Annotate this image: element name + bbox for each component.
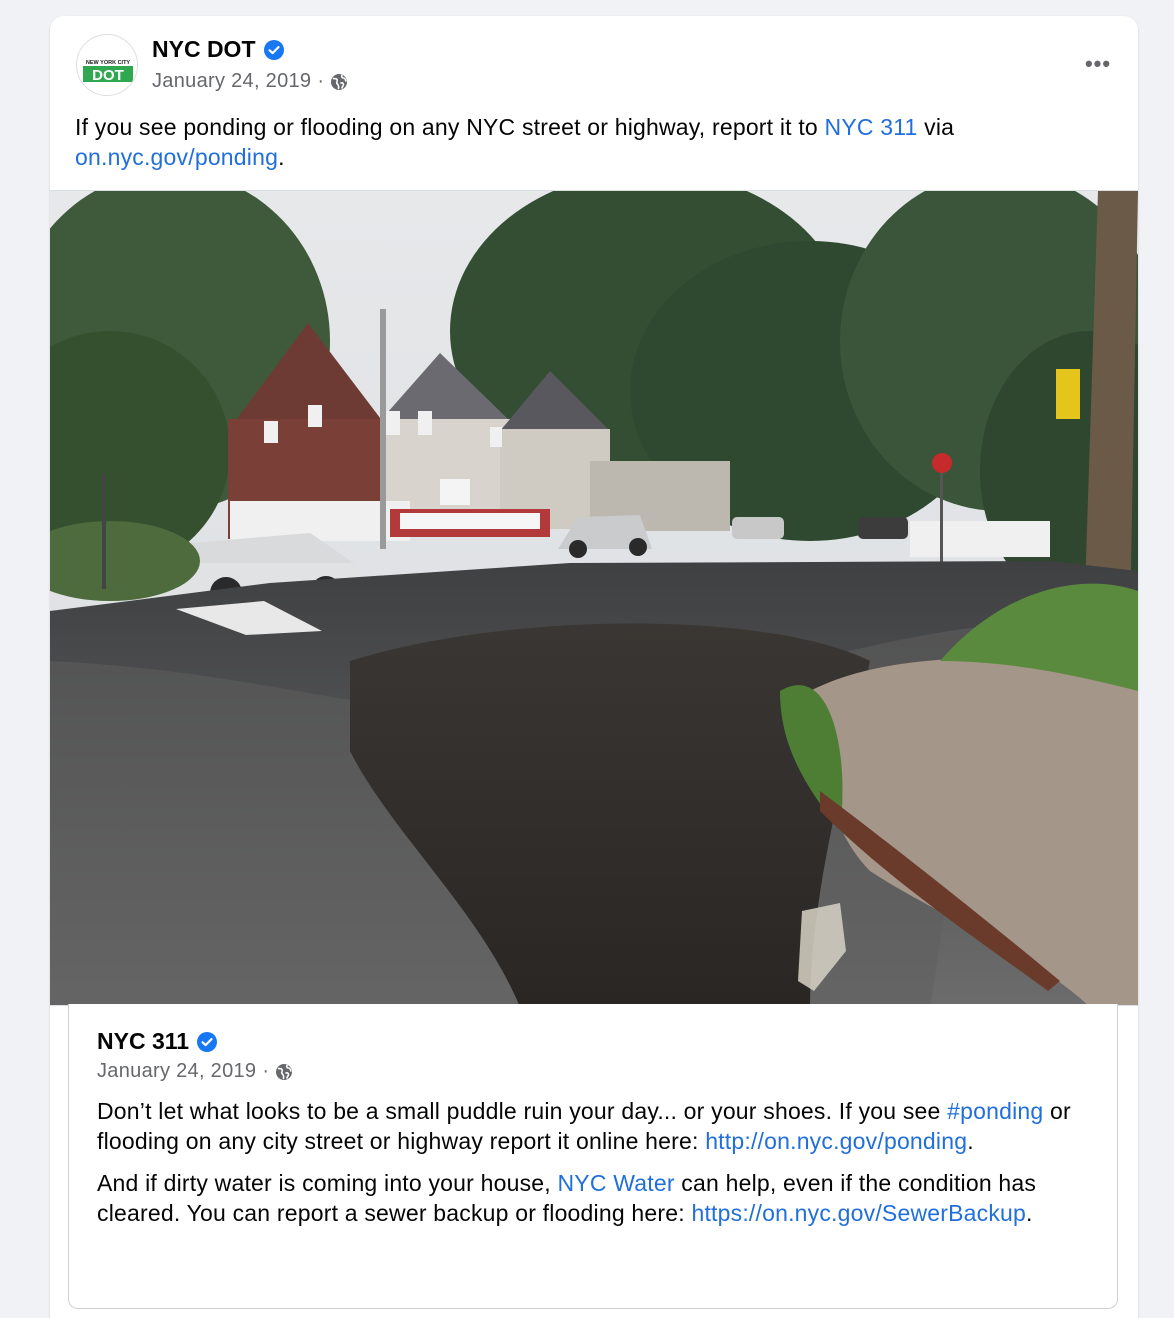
logo-text-top: NEW YORK CITY — [86, 60, 131, 66]
sewer-backup-url-link[interactable]: https://on.nyc.gov/SewerBackup — [691, 1200, 1026, 1226]
post-card: NEW YORK CITY DOT NYC DOT January 24, 20… — [50, 16, 1138, 1318]
nyc-311-mention-link[interactable]: NYC 311 — [825, 114, 918, 140]
shared-globe-icon — [276, 1063, 293, 1080]
post-date[interactable]: January 24, 2019 — [152, 70, 311, 93]
post-header: NEW YORK CITY DOT NYC DOT January 24, 20… — [50, 16, 1138, 116]
shared-paragraph-1: Don’t let what looks to be a small puddl… — [97, 1096, 1097, 1156]
shared-post-text: Don’t let what looks to be a small puddl… — [97, 1096, 1097, 1240]
shared-p1-part3: . — [967, 1128, 974, 1154]
more-options-button[interactable]: ••• — [1078, 46, 1118, 82]
shared-page-name-label[interactable]: NYC 311 — [97, 1028, 189, 1055]
meta-separator: · — [317, 70, 325, 92]
page-name-label[interactable]: NYC DOT — [152, 36, 256, 63]
post-photo[interactable] — [50, 190, 1138, 1006]
verified-badge-icon — [263, 39, 284, 60]
shared-post-date[interactable]: January 24, 2019 — [97, 1060, 256, 1083]
ponding-url-link[interactable]: http://on.nyc.gov/ponding — [705, 1128, 967, 1154]
shared-post-meta: January 24, 2019 · — [97, 1060, 293, 1083]
shared-paragraph-2: And if dirty water is coming into your h… — [97, 1168, 1097, 1228]
ponding-link[interactable]: on.nyc.gov/ponding — [75, 144, 278, 170]
shared-verified-badge-icon — [197, 1031, 218, 1052]
shared-p2-part3: . — [1026, 1200, 1033, 1226]
post-text-part2: via — [917, 114, 955, 140]
globe-icon — [331, 73, 348, 90]
page-name[interactable]: NYC DOT — [152, 36, 284, 63]
post-text-part1: If you see ponding or flooding on any NY… — [75, 114, 825, 140]
post-meta: January 24, 2019 · — [152, 70, 348, 93]
shared-page-name[interactable]: NYC 311 — [97, 1028, 218, 1055]
shared-p2-part1: And if dirty water is coming into your h… — [97, 1170, 558, 1196]
post-text-part3: . — [278, 144, 285, 170]
shared-post-card[interactable]: NYC 311 January 24, 2019 · Don’t let wha… — [68, 1004, 1118, 1309]
nyc-dot-logo-icon: NEW YORK CITY DOT — [77, 35, 137, 95]
page-avatar[interactable]: NEW YORK CITY DOT — [76, 34, 138, 96]
ponding-hashtag-link[interactable]: #ponding — [947, 1098, 1043, 1124]
shared-meta-separator: · — [262, 1060, 270, 1082]
logo-text-main: DOT — [92, 67, 124, 84]
shared-p1-part1: Don’t let what looks to be a small puddl… — [97, 1098, 948, 1124]
post-text: If you see ponding or flooding on any NY… — [75, 112, 1105, 172]
nyc-water-mention-link[interactable]: NYC Water — [557, 1170, 674, 1196]
street-flooding-photo-icon — [50, 191, 1138, 1005]
